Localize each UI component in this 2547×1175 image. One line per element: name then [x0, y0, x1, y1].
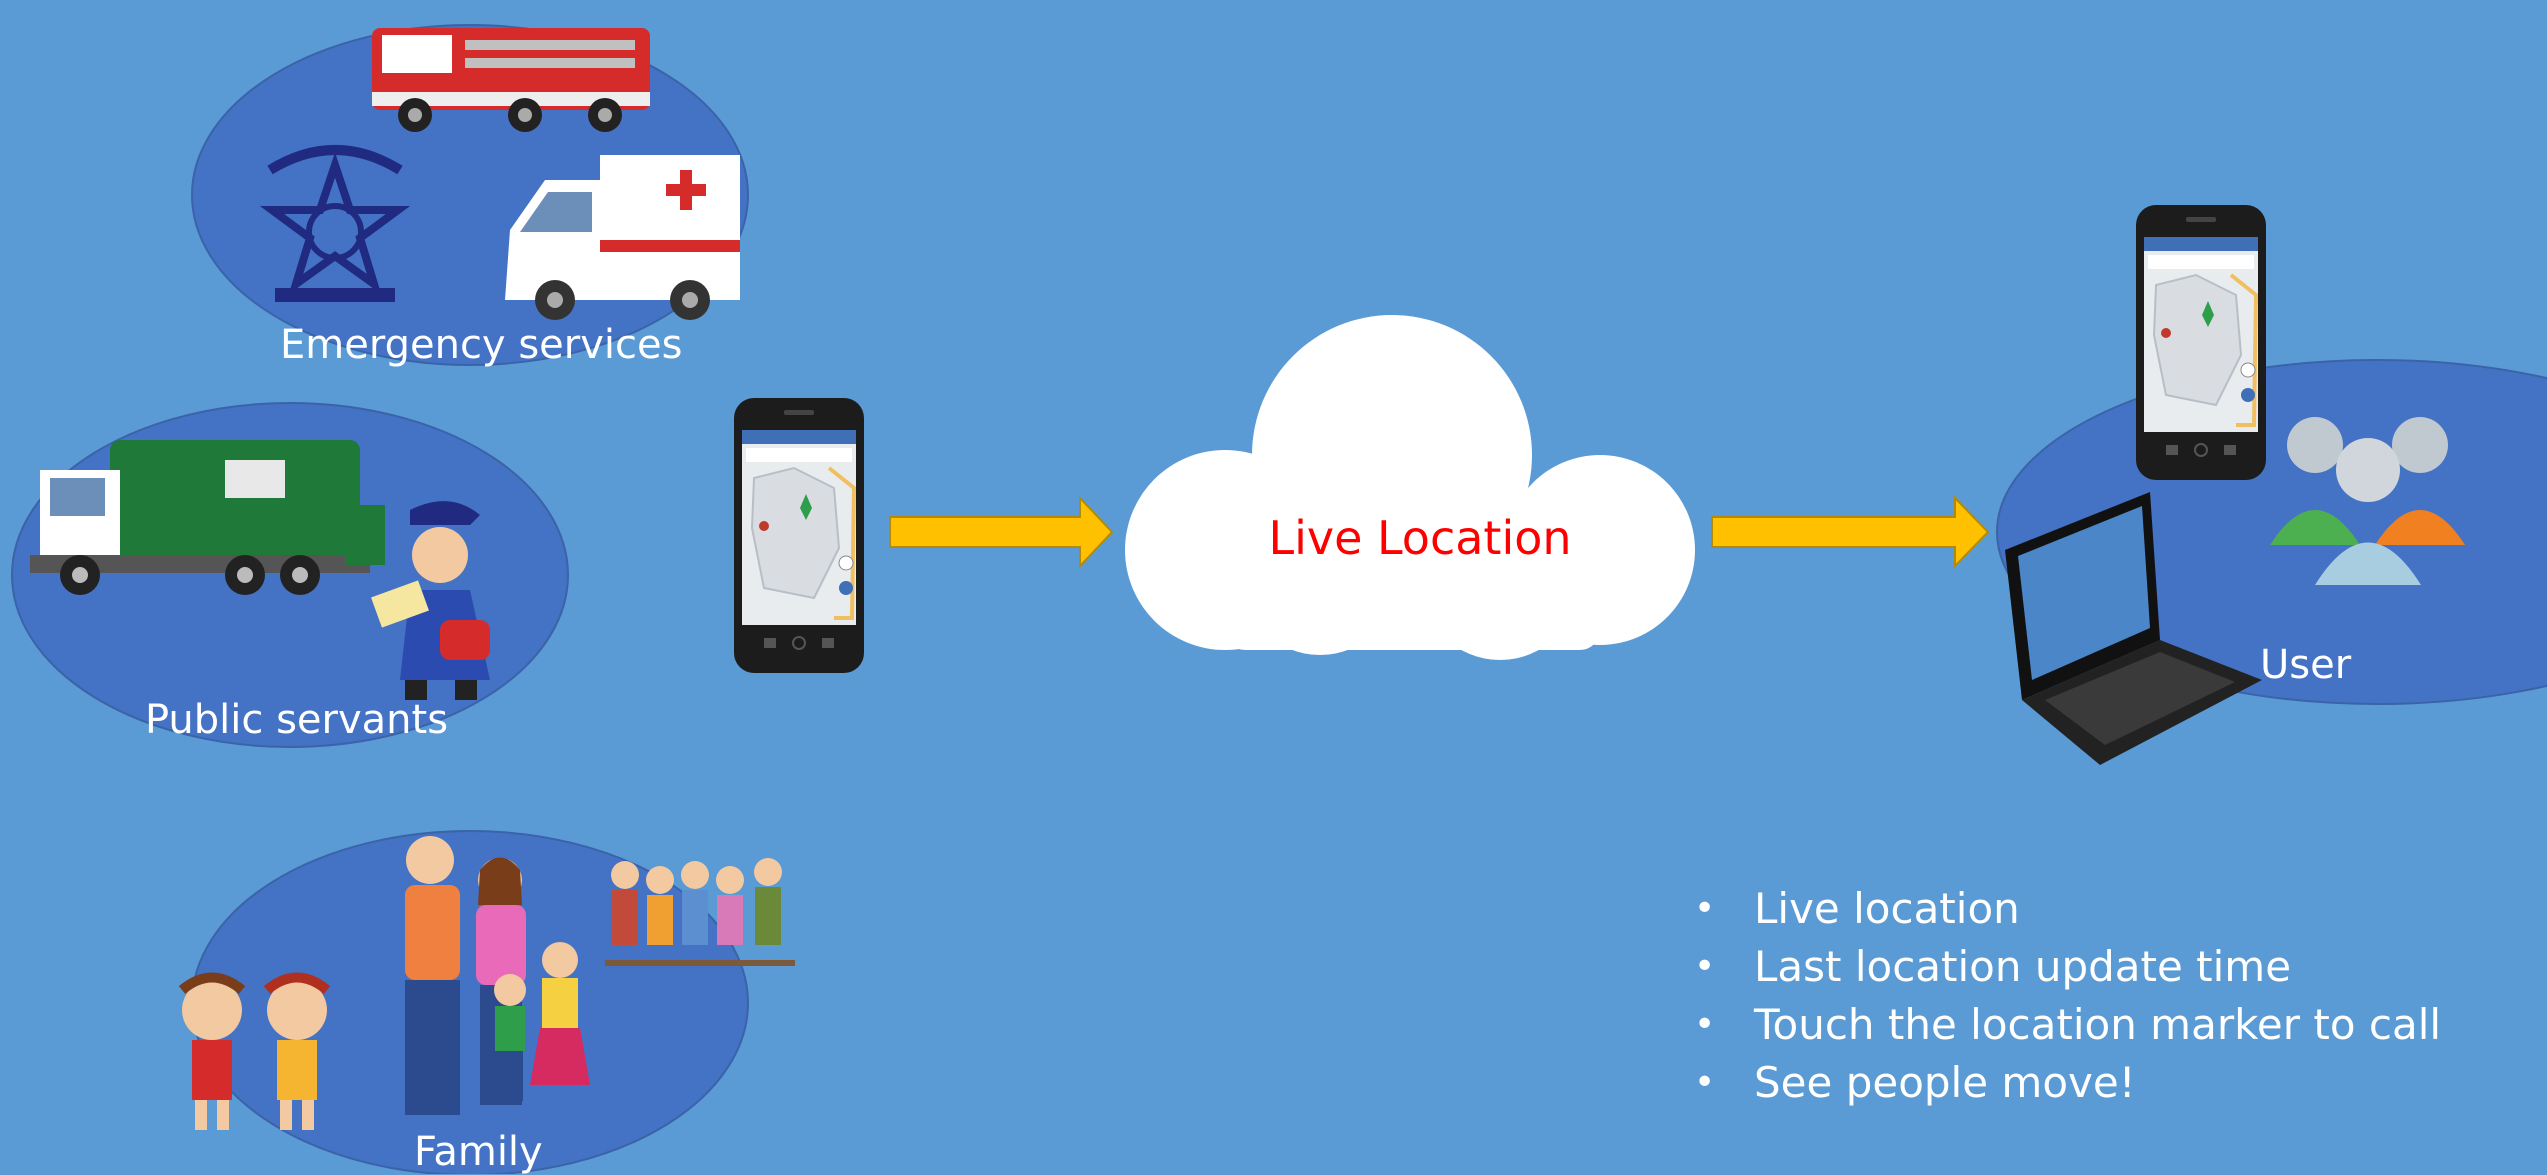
public-servants-label: Public servants: [145, 697, 449, 743]
smartphone-icon: [732, 396, 866, 675]
family-label: Family: [414, 1129, 543, 1175]
cloud-label: Live Location: [1268, 511, 1572, 565]
fire-truck-icon: [372, 28, 650, 132]
list-item: Last location update time: [1690, 938, 2441, 996]
user-label: User: [2260, 642, 2352, 688]
arrow-cloud-to-user: [1711, 495, 1990, 569]
diagram-canvas: Emergency services Public servants Famil…: [0, 0, 2547, 1174]
emergency-services-label: Emergency services: [280, 322, 683, 368]
arrow-phone-to-cloud: [889, 495, 1114, 569]
cloud-icon: [1125, 315, 1695, 660]
smartphone-icon: [2134, 203, 2268, 482]
list-item: See people move!: [1690, 1054, 2441, 1112]
list-item: Live location: [1690, 880, 2441, 938]
feature-list: Live location Last location update time …: [1690, 880, 2441, 1112]
list-item: Touch the location marker to call: [1690, 996, 2441, 1054]
